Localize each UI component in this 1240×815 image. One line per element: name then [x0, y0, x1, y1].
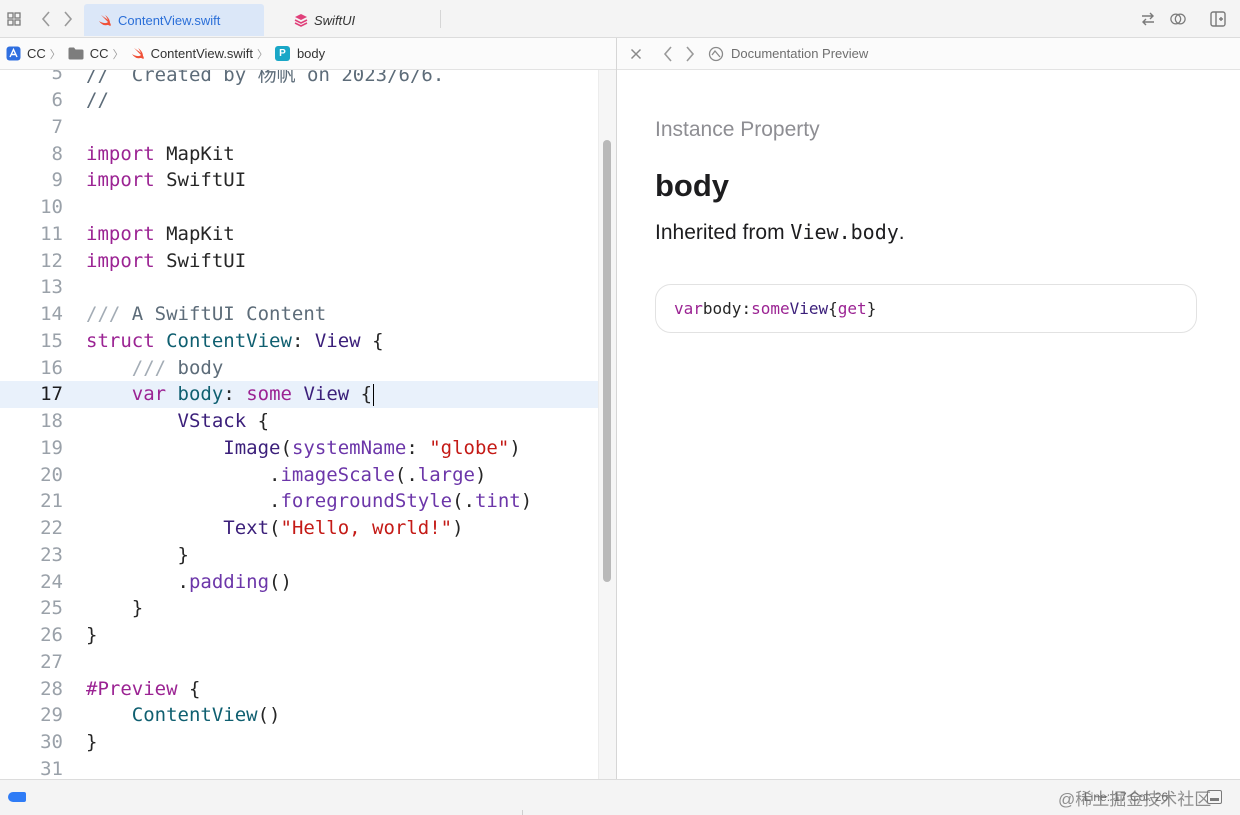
forward-chevron-icon[interactable]	[679, 45, 701, 62]
code-line: 13	[40, 276, 63, 299]
scrollbar-thumb[interactable]	[603, 140, 611, 582]
code-line: 15 struct ContentView: View {	[40, 329, 384, 352]
code-line: 11 import MapKit	[40, 222, 235, 245]
back-chevron-icon[interactable]	[657, 45, 679, 62]
add-editor-icon[interactable]	[1210, 11, 1226, 27]
breadcrumb-item-folder[interactable]: CC	[68, 46, 109, 61]
breadcrumb-item-symbol[interactable]: P body	[274, 46, 325, 61]
code-line: 6 //	[51, 89, 109, 112]
code-line-current: 17 var body: some View {	[0, 381, 598, 408]
code-line: 25 }	[40, 597, 144, 620]
breadcrumb-item-project[interactable]: CC	[6, 46, 46, 61]
swift-icon	[99, 14, 111, 26]
breadcrumb-item-file[interactable]: ContentView.swift	[131, 46, 253, 61]
breadcrumb-separator: 〉	[49, 48, 61, 61]
code-line: 5 // Created by 杨帆 on 2023/6/6.	[51, 70, 445, 86]
doc-preview-icon	[705, 46, 727, 62]
assistant-circles-icon[interactable]	[1170, 11, 1186, 27]
code-line: 26 }	[40, 624, 98, 647]
code-line: 24 .padding()	[40, 570, 292, 593]
code-line: 12 import SwiftUI	[40, 249, 247, 272]
text-caret	[373, 383, 375, 406]
code-editor[interactable]: 5 // Created by 杨帆 on 2023/6/6. 6 // 7 8…	[0, 70, 598, 779]
property-icon: P	[274, 46, 290, 61]
breadcrumb-separator: 〉	[112, 48, 124, 61]
grid-icon[interactable]	[6, 11, 22, 27]
symbol-summary: Inherited from View.body.	[655, 220, 905, 244]
code-line: 18 VStack {	[40, 410, 270, 433]
code-line: 16 /// body	[40, 356, 224, 379]
cursor-position: Line: 17 Col: 26	[1084, 790, 1169, 804]
doc-preview-bar: Documentation Preview	[617, 38, 1240, 70]
project-icon	[6, 46, 21, 61]
tab-label: ContentView.swift	[118, 12, 221, 28]
breadcrumb: CC 〉 CC 〉 ContentView.swift 〉 P body	[0, 38, 616, 70]
debug-area-toggle-icon[interactable]	[1207, 790, 1222, 804]
code-line: 9 import SwiftUI	[51, 169, 247, 192]
editor-scrollbar[interactable]	[598, 70, 616, 779]
code-line: 14 /// A SwiftUI Content	[40, 303, 327, 326]
code-line: 29 ContentView()	[40, 704, 281, 727]
tab-label: SwiftUI	[314, 12, 356, 28]
code-line: 8 import MapKit	[51, 142, 235, 165]
tab-swiftui[interactable]: SwiftUI	[280, 4, 430, 36]
swap-arrows-icon[interactable]	[1140, 11, 1156, 27]
status-bar: @稀土掘金技术社区 Line: 17 Col: 26	[0, 779, 1240, 815]
code-line: 10	[40, 196, 63, 219]
forward-chevron-icon[interactable]	[60, 11, 76, 27]
code-line: 22 Text("Hello, world!")	[40, 517, 464, 540]
tab-content-view[interactable]: ContentView.swift	[84, 4, 264, 36]
breadcrumb-separator: 〉	[256, 48, 268, 61]
symbol-title: body	[655, 168, 730, 203]
status-divider	[522, 810, 523, 815]
framework-stack-icon	[294, 14, 308, 27]
breakpoint-toggle-icon[interactable]	[8, 792, 26, 802]
code-line: 27	[40, 650, 63, 673]
code-line: 21 .foregroundStyle(.tint)	[40, 490, 533, 513]
code-line: 19 Image(systemName: "globe")	[40, 436, 521, 459]
editor-tab-bar: ContentView.swift SwiftUI	[0, 0, 1240, 38]
code-line: 28 #Preview {	[40, 677, 201, 700]
swift-icon	[131, 48, 144, 59]
folder-icon	[68, 47, 84, 60]
doc-preview-title: Documentation Preview	[731, 46, 869, 61]
doc-preview-pane: Instance Property body Inherited from Vi…	[617, 70, 1240, 779]
close-icon[interactable]	[625, 48, 647, 60]
code-line: 30 }	[40, 731, 98, 754]
code-line: 31	[40, 757, 63, 779]
code-line: 7	[51, 115, 63, 138]
symbol-kind: Instance Property	[655, 118, 820, 141]
back-chevron-icon[interactable]	[38, 11, 54, 27]
tab-divider	[440, 10, 441, 28]
code-line: 20 .imageScale(.large)	[40, 463, 487, 486]
code-line: 23 }	[40, 543, 189, 566]
declaration-box: var body: some View { get }	[655, 284, 1197, 333]
